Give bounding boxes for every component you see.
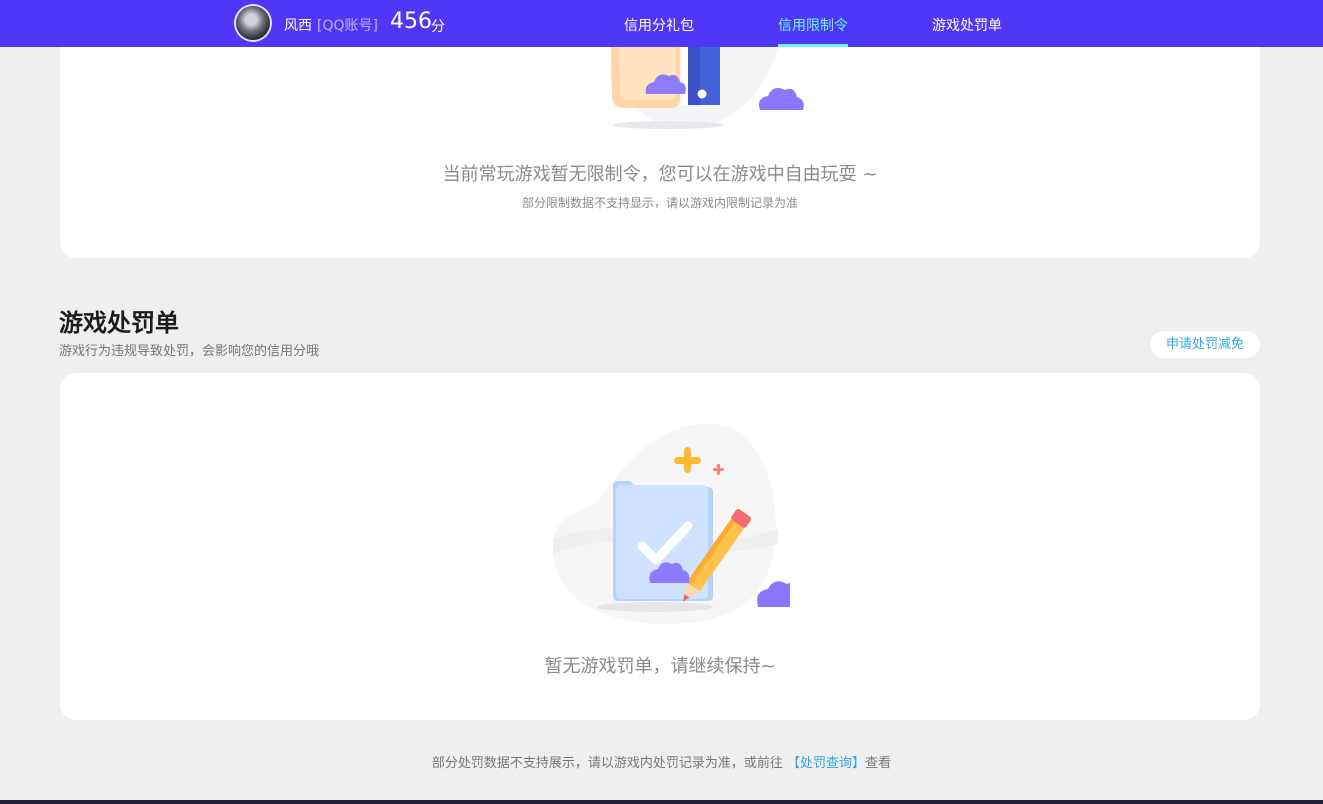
penalty-empty-title: 暂无游戏罚单，请继续保持~ (544, 656, 776, 677)
avatar[interactable] (236, 6, 270, 40)
tab-game-penalty[interactable]: 游戏处罚单 (932, 15, 1002, 35)
apply-penalty-reduction-button[interactable]: 申请处罚减免 (1150, 331, 1260, 358)
penalty-card: 暂无游戏罚单，请继续保持~ (60, 373, 1260, 720)
account-type-label: [QQ账号] (317, 18, 378, 34)
user-name: 风西 (284, 18, 312, 34)
credit-score-unit: 分 (431, 19, 445, 35)
penalty-query-link[interactable]: 【处罚查询】 (787, 756, 865, 771)
active-tab-indicator (778, 44, 848, 47)
restriction-empty-title: 当前常玩游戏暂无限制令，您可以在游戏中自由玩耍 ~ (442, 164, 878, 185)
restriction-empty-note: 部分限制数据不支持显示，请以游戏内限制记录为准 (521, 196, 798, 210)
bottom-strip (0, 800, 1323, 804)
footer-note-suffix: 查看 (865, 756, 892, 771)
footer-note: 部分处罚数据不支持展示，请以游戏内处罚记录为准，或前往 【处罚查询】查看 (0, 752, 1323, 771)
no-penalty-illustration (552, 424, 790, 624)
footer-note-text: 部分处罚数据不支持展示，请以游戏内处罚记录为准，或前往 (431, 756, 788, 771)
penalty-section-subtitle: 游戏行为违规导致处罚，会影响您的信用分哦 (59, 344, 320, 359)
top-nav-bar: 风西 [QQ账号] 456 分 信用分礼包 信用限制令 游戏处罚单 (0, 0, 1323, 47)
tab-credit-gift[interactable]: 信用分礼包 (624, 15, 694, 35)
credit-score: 456 (390, 9, 432, 34)
penalty-section-title: 游戏处罚单 (59, 309, 179, 337)
tab-credit-restriction[interactable]: 信用限制令 (778, 15, 848, 35)
